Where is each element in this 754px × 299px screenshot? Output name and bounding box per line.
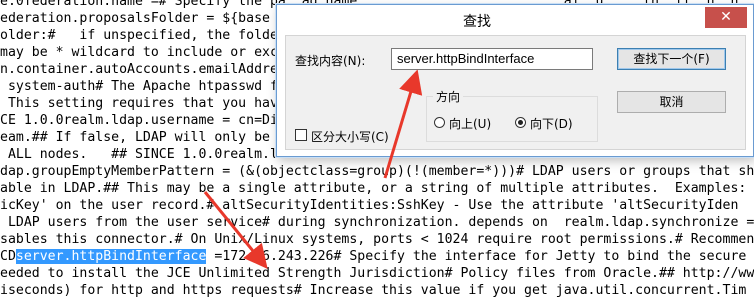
find-dialog: 查找 ✕ 查找内容(N): server.httpBindInterface 查… xyxy=(276,4,754,157)
line-rest: =172.16.243.226# Specify the interface f… xyxy=(206,249,747,264)
radio-up[interactable] xyxy=(434,117,445,128)
dialog-body: 查找内容(N): server.httpBindInterface 查找下一个(… xyxy=(285,35,746,150)
editor-line: LDAP users from the user service# during… xyxy=(0,215,754,230)
editor-line: eeded to install the JCE Unlimited Stren… xyxy=(0,266,754,281)
direction-label: 方向 xyxy=(433,88,464,105)
radio-down-label[interactable]: 向下(D) xyxy=(530,115,573,132)
find-label: 查找内容(N): xyxy=(295,54,366,68)
editor-line: dap.groupEmptyMemberPattern = (&(objectc… xyxy=(0,164,754,179)
find-next-button[interactable]: 查找下一个(F) xyxy=(617,48,726,70)
match-case-label[interactable]: 区分大小写(C) xyxy=(311,128,389,145)
close-button[interactable]: ✕ xyxy=(705,7,747,28)
cancel-button[interactable]: 取消 xyxy=(617,91,726,113)
radio-down[interactable] xyxy=(515,117,526,128)
editor-line: sables this connector.# On Unix/Linux sy… xyxy=(0,232,754,247)
direction-group: 方向 向上(U) 向下(D) xyxy=(426,88,598,142)
dialog-title: 查找 xyxy=(463,14,491,30)
editor-line: able in LDAP.## This may be a single att… xyxy=(0,181,747,196)
line-prefix: CD xyxy=(0,249,16,264)
match-case-checkbox[interactable] xyxy=(295,129,307,141)
editor-line-match: CDserver.httpBindInterface =172.16.243.2… xyxy=(0,248,746,265)
close-icon: ✕ xyxy=(720,9,732,25)
dialog-title-bar[interactable]: 查找 ✕ xyxy=(277,5,753,35)
search-match-highlight: server.httpBindInterface xyxy=(15,249,207,264)
find-input[interactable]: server.httpBindInterface xyxy=(391,48,593,70)
editor-line: icKey' on the user record.# altSecurityI… xyxy=(0,198,739,213)
editor-line: iseconds) for http and https requests# I… xyxy=(0,283,747,298)
radio-up-label[interactable]: 向上(U) xyxy=(449,115,491,132)
